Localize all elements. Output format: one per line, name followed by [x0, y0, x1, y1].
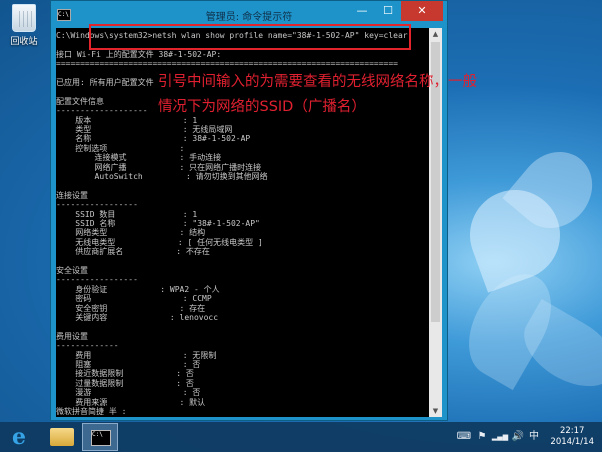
console-line: 网络广播 : 只在网络广播时连接	[56, 162, 262, 172]
console-line: 身份验证 : WPA2 - 个人	[56, 284, 220, 294]
console-line: 漫游 : 否	[56, 388, 201, 398]
action-center-flag-icon[interactable]: ⚑	[476, 430, 488, 444]
system-clock[interactable]: 22:17 2014/1/14	[550, 426, 594, 448]
minimize-button[interactable]: —	[349, 1, 375, 21]
network-signal-icon[interactable]: ▂▄▆	[490, 430, 510, 444]
console-line: -------------------	[56, 106, 148, 116]
internet-explorer-taskbar-button[interactable]: e	[12, 426, 38, 448]
console-line: 连接设置	[56, 190, 88, 200]
console-line: 费用设置	[56, 331, 88, 341]
console-line: 控制选项 :	[56, 143, 185, 153]
annotation-line-2: 情况下为网络的SSID（广播名）	[158, 99, 366, 115]
console-line: 网络类型 : 结构	[56, 228, 206, 238]
console-line: 费用来源 : 默认	[56, 397, 206, 407]
annotation-line-1: 引号中间输入的为需要查看的无线网络名称，一般	[158, 74, 477, 90]
console-line: -------------	[56, 341, 119, 351]
console-line: 类型 : 无线局域网	[56, 125, 233, 134]
recycle-bin-icon	[12, 4, 36, 32]
taskbar: e C:\ ⌨ ⚑ ▂▄▆ 🔊 中 22:17 2014/1/14	[0, 422, 602, 452]
scroll-down-arrow-icon[interactable]: ▼	[429, 405, 442, 417]
command-highlight-box	[89, 24, 411, 50]
console-line: 接口 Wi-Fi 上的配置文件 38#-1-502-AP:	[56, 49, 222, 59]
clock-date: 2014/1/14	[550, 437, 594, 447]
console-line: 配置文件信息	[56, 96, 104, 106]
console-line: ========================================…	[56, 59, 398, 69]
console-line: 微软拼音简捷 半 :	[56, 407, 127, 416]
input-language-indicator[interactable]: 中	[527, 430, 541, 444]
recycle-bin-shortcut[interactable]: 回收站	[6, 4, 42, 47]
console-line: 已应用: 所有用户配置文件	[56, 78, 154, 87]
internet-explorer-icon: e	[12, 424, 26, 450]
console-line: 安全设置	[56, 266, 88, 275]
cmd-taskbar-icon: C:\	[91, 430, 111, 446]
keyboard-icon[interactable]: ⌨	[456, 430, 472, 444]
maximize-button[interactable]: ☐	[375, 1, 401, 21]
console-line: 安全密钥 : 存在	[56, 303, 206, 313]
close-button[interactable]: ✕	[401, 1, 443, 21]
console-line: -----------------	[56, 200, 138, 210]
console-line: 接近数据限制 : 否	[56, 369, 194, 379]
command-prompt-window[interactable]: C:\ 管理员: 命令提示符 — ☐ ✕ C:\Windows\system32…	[50, 0, 448, 421]
console-line: 名称 : 38#-1-502-AP	[56, 134, 251, 144]
recycle-bin-label: 回收站	[10, 37, 38, 47]
volume-icon[interactable]: 🔊	[511, 430, 525, 444]
clock-time: 22:17	[559, 426, 585, 436]
scroll-up-arrow-icon[interactable]: ▲	[429, 28, 442, 40]
console-line: 关键内容 : lenovocc	[56, 313, 219, 322]
console-line: SSID 数目 : 1	[56, 209, 198, 219]
console-line: 密码 : CCMP	[56, 294, 212, 304]
console-line: 版本 : 1	[56, 115, 198, 125]
console-line: 无线电类型 : [ 任何无线电类型 ]	[56, 237, 263, 247]
file-explorer-taskbar-button[interactable]	[50, 428, 74, 446]
console-line: 过量数据限制 : 否	[56, 378, 194, 388]
console-line: SSID 名称 : "38#-1-502-AP"	[56, 219, 260, 228]
console-line: 阻塞 : 否	[56, 360, 201, 369]
console-line: -----------------	[56, 275, 138, 285]
command-prompt-taskbar-button[interactable]: C:\	[82, 423, 118, 451]
console-line: 费用 : 无限制	[56, 350, 217, 360]
console-line: AutoSwitch : 请勿切换到其他网络	[56, 172, 268, 181]
console-line: 供应商扩展名 : 不存在	[56, 247, 210, 257]
console-line: 连接模式 : 手动连接	[56, 153, 222, 163]
